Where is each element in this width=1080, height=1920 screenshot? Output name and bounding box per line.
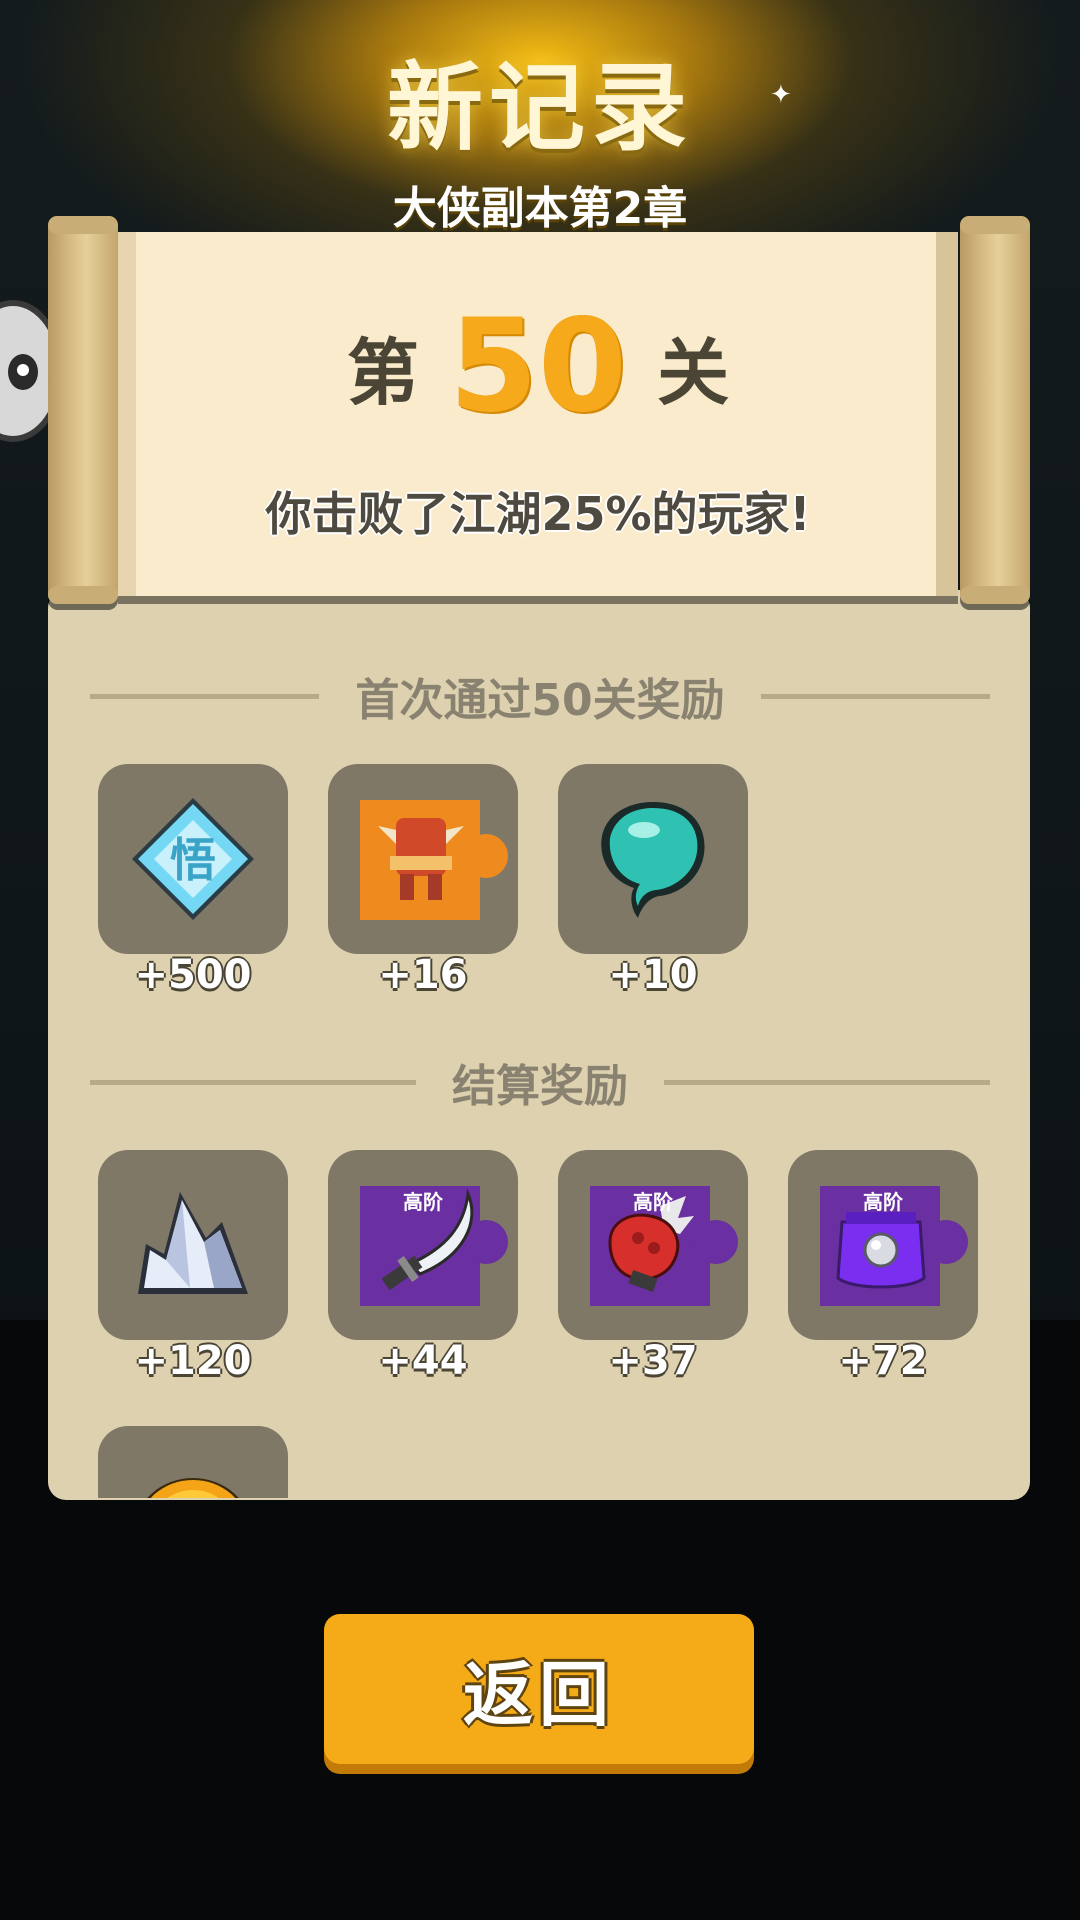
divider — [760, 693, 991, 699]
chapter-subtitle: 大侠副本第2章 — [392, 183, 688, 234]
saber-puzzle-icon: 高阶 — [360, 1182, 508, 1308]
gold-coin-icon — [130, 1458, 256, 1498]
level-number: 50 — [448, 291, 628, 441]
settlement-header: 结算奖励 — [90, 1052, 990, 1112]
reward-amount: +72 — [838, 1338, 928, 1384]
level-prefix: 第 — [346, 330, 419, 415]
reward-amount: +10 — [608, 952, 698, 998]
reward-amount: +37 — [608, 1338, 698, 1384]
first-clear-title: 首次通过50关奖励 — [355, 675, 725, 726]
reward-amount: +120 — [134, 1338, 252, 1384]
reward-item[interactable]: 高阶 — [328, 1150, 518, 1340]
divider — [90, 1079, 416, 1085]
teal-jade-icon — [590, 796, 716, 922]
first-clear-header: 首次通过50关奖励 — [90, 666, 991, 726]
reward-item[interactable] — [98, 1426, 288, 1498]
wisdom-diamond-icon: 悟 — [130, 796, 256, 922]
divider — [90, 693, 320, 699]
beat-percentage-text: 你击败了江湖25%的玩家! — [265, 487, 811, 541]
scroll-roller-right — [960, 216, 1030, 604]
reward-amount: +44 — [378, 1338, 468, 1384]
gauntlet-puzzle-icon: 高阶 — [590, 1182, 738, 1308]
reward-item[interactable]: 高阶 — [558, 1150, 748, 1340]
scroll-clip — [98, 1426, 288, 1498]
high-tier-tag: 高阶 — [633, 1190, 673, 1214]
settlement-title: 结算奖励 — [452, 1061, 628, 1112]
orange-armor-puzzle-icon — [360, 796, 508, 922]
high-tier-tag: 高阶 — [403, 1190, 443, 1214]
level-suffix: 关 — [657, 330, 730, 415]
crystal-icon — [130, 1182, 256, 1308]
panda-eye — [8, 354, 38, 390]
purple-armor-puzzle-icon: 高阶 — [820, 1182, 968, 1308]
new-record-title: 新记录 — [387, 52, 693, 164]
reward-item[interactable]: 悟 — [98, 764, 288, 954]
svg-text:悟: 悟 — [170, 833, 216, 887]
reward-item[interactable]: 高阶 — [788, 1150, 978, 1340]
divider — [664, 1079, 990, 1085]
reward-item[interactable] — [328, 764, 518, 954]
high-tier-tag: 高阶 — [863, 1190, 903, 1214]
reward-item[interactable] — [558, 764, 748, 954]
level-display: 第 50 关 — [118, 292, 958, 441]
reward-amount: +16 — [378, 952, 468, 998]
reward-item[interactable] — [98, 1150, 288, 1340]
reward-amount: +500 — [134, 952, 252, 998]
scroll-roller-left — [48, 216, 118, 604]
back-button-label: 返回 — [463, 1653, 615, 1736]
back-button[interactable]: 返回 — [324, 1614, 754, 1764]
